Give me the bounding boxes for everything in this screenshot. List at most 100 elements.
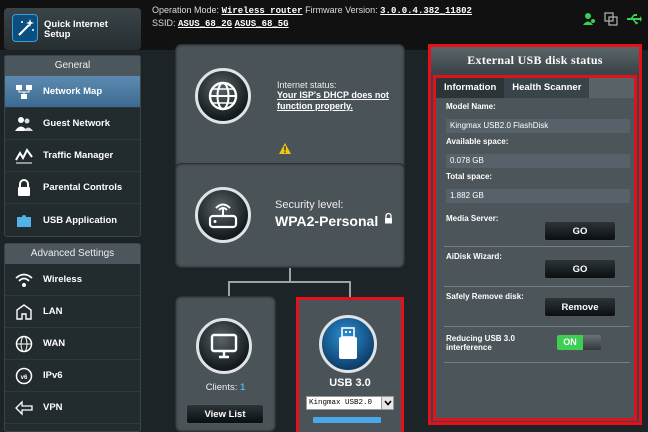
nav-label: USB Application — [43, 214, 118, 226]
copy-icon[interactable] — [604, 12, 618, 26]
nav-network-map[interactable]: Network Map — [5, 76, 140, 108]
usb-usage-bar — [313, 417, 381, 423]
wireless-icon — [15, 271, 33, 289]
clients-label: Clients: — [205, 382, 238, 393]
advanced-nav-group: Advanced Settings Wireless LAN WAN v6 IP… — [4, 243, 141, 432]
status-icons — [582, 12, 642, 26]
connector-line — [289, 268, 291, 282]
nav-wireless[interactable]: Wireless — [5, 264, 140, 296]
remove-disk-button[interactable]: Remove — [544, 297, 616, 317]
usb-tabs: Information Health Scanner — [436, 78, 634, 98]
model-name-label: Model Name: — [446, 102, 496, 111]
quick-internet-setup-label: Quick Internet Setup — [44, 19, 108, 40]
divider — [444, 326, 630, 327]
nav-label: WAN — [43, 338, 66, 349]
lock-icon — [15, 178, 33, 197]
svg-text:v6: v6 — [21, 375, 28, 381]
total-space-value: 1.882 GB — [446, 189, 630, 203]
nav-wan[interactable]: WAN — [5, 328, 140, 360]
usb-info-box: Information Health Scanner Model Name: K… — [433, 75, 637, 421]
nav-label: LAN — [43, 306, 63, 317]
toggle-knob — [583, 335, 601, 350]
general-nav-group: General Network Map Guest Network Traffi… — [4, 55, 141, 237]
nav-guest-network[interactable]: Guest Network — [5, 108, 140, 140]
clients-number[interactable]: 1 — [240, 382, 245, 393]
security-level-label: Security level: — [275, 199, 344, 211]
divider — [444, 286, 630, 287]
usb-port-label: USB 3.0 — [329, 377, 371, 389]
lan-icon — [15, 303, 33, 321]
traffic-manager-icon — [15, 147, 33, 165]
nav-label: IPv6 — [43, 370, 63, 381]
puzzle-icon — [15, 211, 33, 229]
aidisk-go-button[interactable]: GO — [544, 259, 616, 279]
nav-vpn[interactable]: VPN — [5, 392, 140, 424]
media-server-label: Media Server: — [446, 214, 499, 223]
ssid-label: SSID: — [152, 18, 176, 28]
lock-icon — [385, 212, 393, 224]
op-mode-link[interactable]: Wireless router — [222, 6, 303, 16]
toggle-on-label: ON — [557, 335, 583, 350]
nav-label: Traffic Manager — [43, 150, 114, 161]
safely-remove-label: Safely Remove disk: — [446, 292, 524, 301]
usb-status-title: External USB disk status — [431, 47, 639, 73]
media-server-go-button[interactable]: GO — [544, 221, 616, 241]
clients-panel[interactable]: Clients: 1 View List — [175, 296, 276, 432]
nav-lan[interactable]: LAN — [5, 296, 140, 328]
nav-label: Guest Network — [43, 118, 111, 129]
total-space-label: Total space: — [446, 172, 493, 181]
operation-info: Operation Mode: Wireless router Firmware… — [152, 4, 472, 30]
divider — [444, 246, 630, 247]
usb-drive-icon — [319, 315, 377, 373]
usb-status-icon[interactable] — [626, 12, 642, 26]
router-icon — [195, 187, 251, 243]
guest-network-icon — [15, 115, 33, 133]
monitor-icon — [196, 318, 252, 374]
ssid-2g-link[interactable]: ASUS_68_2G — [178, 19, 232, 29]
usb-device-select[interactable]: Kingmax USB2.0 — [306, 396, 394, 410]
usb-device-panel[interactable]: USB 3.0 Kingmax USB2.0 — [296, 297, 404, 432]
connector-line — [228, 281, 350, 283]
warning-icon[interactable] — [279, 143, 291, 154]
clients-count: Clients: 1 — [175, 382, 276, 393]
vpn-icon — [15, 399, 33, 417]
advanced-heading: Advanced Settings — [5, 244, 140, 264]
ipv6-icon: v6 — [15, 367, 33, 385]
nav-ipv6[interactable]: v6 IPv6 — [5, 360, 140, 392]
nav-traffic-manager[interactable]: Traffic Manager — [5, 140, 140, 172]
connector-line — [349, 281, 351, 297]
internet-status-label: Internet status: — [277, 80, 337, 90]
quick-internet-setup-button[interactable]: Quick Internet Setup — [4, 8, 141, 50]
tab-health-scanner[interactable]: Health Scanner — [504, 78, 590, 98]
ssid-5g-link[interactable]: ASUS_68_5G — [235, 19, 289, 29]
op-mode-label: Operation Mode: — [152, 5, 220, 15]
available-space-label: Available space: — [446, 137, 509, 146]
connector-line — [228, 281, 230, 297]
usb-device-selected: Kingmax USB2.0 — [309, 399, 373, 407]
aidisk-wizard-label: AiDisk Wizard: — [446, 252, 502, 261]
nav-label: Network Map — [43, 86, 103, 97]
router-panel[interactable]: Security level: WPA2-Personal — [175, 163, 405, 268]
nav-label: VPN — [43, 402, 63, 413]
chevron-down-icon[interactable] — [381, 397, 393, 409]
user-icon[interactable] — [582, 12, 596, 26]
divider — [444, 362, 630, 363]
model-name-value: Kingmax USB2.0 FlashDisk — [446, 119, 630, 133]
tab-information[interactable]: Information — [436, 78, 505, 98]
available-space-value: 0.078 GB — [446, 154, 630, 168]
general-heading: General — [5, 56, 140, 76]
usb3-interference-label: Reducing USB 3.0 interference — [446, 334, 515, 352]
network-map-icon — [15, 83, 33, 101]
view-list-button[interactable]: View List — [186, 404, 264, 424]
nav-label: Wireless — [43, 274, 82, 285]
firmware-label: Firmware Version: — [305, 5, 378, 15]
magic-wand-icon — [12, 14, 38, 42]
nav-label: Parental Controls — [43, 182, 123, 193]
usb-status-panel: External USB disk status Information Hea… — [428, 44, 642, 425]
nav-usb-application[interactable]: USB Application — [5, 204, 140, 236]
security-value-text: WPA2-Personal — [275, 213, 379, 229]
firmware-link[interactable]: 3.0.0.4.382_11802 — [380, 6, 472, 16]
usb3-interference-toggle[interactable]: ON — [556, 334, 602, 351]
internet-status-message[interactable]: Your ISP's DHCP does not function proper… — [277, 90, 392, 112]
nav-parental-controls[interactable]: Parental Controls — [5, 172, 140, 204]
